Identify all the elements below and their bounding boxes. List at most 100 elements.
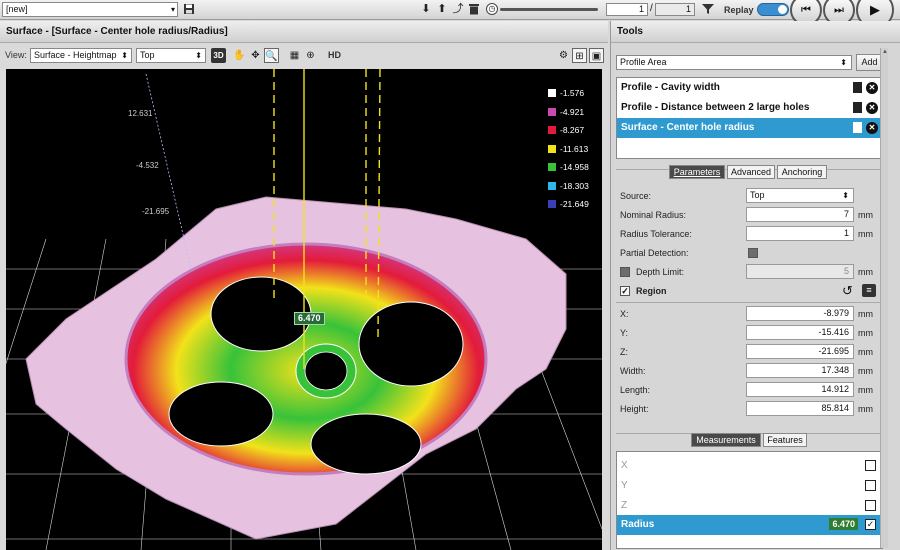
close-icon[interactable]: ✕ bbox=[866, 102, 878, 114]
region-y-input[interactable]: -15.416 bbox=[746, 325, 854, 340]
chevron-down-icon: ⬍ bbox=[842, 191, 849, 200]
hand-pan-icon[interactable]: ✋ bbox=[232, 48, 247, 63]
legend-item: -21.649 bbox=[548, 198, 598, 217]
job-select[interactable]: [new] ▾ bbox=[2, 2, 178, 17]
save-icon[interactable] bbox=[183, 3, 195, 16]
measurement-label: Z bbox=[621, 500, 628, 511]
frame-current-input[interactable]: 1 bbox=[606, 3, 648, 16]
radius-tolerance-input[interactable]: 1 bbox=[746, 226, 854, 241]
fit-view-icon[interactable]: ⊞ bbox=[572, 48, 587, 63]
view-label: View: bbox=[5, 50, 27, 60]
heightmap-render bbox=[6, 69, 602, 550]
view-mode-select[interactable]: Surface - Heightmap ⬍ bbox=[30, 48, 132, 63]
region-y-row: Y: -15.416 mm bbox=[616, 324, 883, 343]
chevron-down-icon: ⬍ bbox=[840, 58, 847, 67]
measurement-row-z[interactable]: Z bbox=[617, 496, 882, 516]
view-toolbar: View: Surface - Heightmap ⬍ Top ⬍ 3D ✋ ✥… bbox=[0, 45, 608, 66]
layout-icon[interactable]: ▣ bbox=[589, 48, 604, 63]
nominal-radius-input[interactable]: 7 bbox=[746, 207, 854, 222]
3d-button[interactable]: 3D bbox=[211, 48, 226, 63]
measurement-value-badge: 6.470 bbox=[829, 518, 858, 530]
legend-item: -18.303 bbox=[548, 180, 598, 199]
source-value: Top bbox=[750, 190, 765, 200]
top-toolbar: [new] ▾ ⬇ ⬆ ⤴ ◷ 1 / 1 Replay ⏮ ⏭ ▶ bbox=[0, 0, 900, 29]
slider-track bbox=[500, 8, 598, 11]
tool-type-value: Profile Area bbox=[620, 57, 667, 67]
region-y-label: Y: bbox=[620, 328, 629, 338]
measurement-row-x[interactable]: X bbox=[617, 456, 882, 476]
document-icon[interactable] bbox=[853, 102, 862, 113]
frame-slider[interactable]: ◷ bbox=[486, 3, 600, 16]
hd-button[interactable]: HD bbox=[328, 50, 341, 60]
tools-title: Tools bbox=[611, 21, 900, 43]
export-icon[interactable]: ⤴ bbox=[452, 3, 464, 16]
source-select[interactable]: Top ⬍ bbox=[746, 188, 854, 203]
tool-item-center-hole-radius[interactable]: Surface - Center hole radius ✕ bbox=[617, 118, 882, 138]
depth-limit-checkbox[interactable] bbox=[620, 267, 630, 277]
tool-item-distance-holes[interactable]: Profile - Distance between 2 large holes… bbox=[617, 98, 882, 118]
document-icon[interactable] bbox=[853, 82, 862, 93]
region-width-input[interactable]: 17.348 bbox=[746, 363, 854, 378]
divider bbox=[616, 302, 883, 303]
nominal-radius-row: Nominal Radius: 7 mm bbox=[616, 206, 883, 225]
tool-type-select[interactable]: Profile Area ⬍ bbox=[616, 55, 852, 70]
tab-measurements[interactable]: Measurements bbox=[691, 433, 761, 447]
replay-toggle[interactable] bbox=[757, 3, 789, 16]
close-icon[interactable]: ✕ bbox=[866, 82, 878, 94]
legend-swatch bbox=[548, 89, 556, 97]
3d-viewport[interactable]: 12.631 -4.532 -21.695 6.470 -1.576 -4.92… bbox=[6, 69, 602, 550]
region-x-input[interactable]: -8.979 bbox=[746, 306, 854, 321]
zoom-icon[interactable]: 🔍 bbox=[264, 48, 279, 63]
view-source-select[interactable]: Top ⬍ bbox=[136, 48, 206, 63]
trash-icon[interactable] bbox=[468, 3, 480, 16]
tab-anchoring[interactable]: Anchoring bbox=[777, 165, 827, 179]
hole-bottom-right bbox=[310, 413, 422, 475]
filter-icon[interactable] bbox=[702, 3, 714, 16]
target-icon[interactable]: ⊕ bbox=[303, 48, 318, 63]
region-checkbox[interactable]: ✓ bbox=[620, 286, 630, 296]
measurement-checkbox[interactable] bbox=[865, 500, 876, 511]
close-icon[interactable]: ✕ bbox=[866, 122, 878, 134]
document-icon[interactable] bbox=[853, 122, 862, 133]
tools-scrollbar[interactable]: ▲ bbox=[880, 48, 888, 548]
measurement-row-radius[interactable]: Radius 6.470 ✓ bbox=[617, 515, 882, 535]
tab-features[interactable]: Features bbox=[763, 433, 807, 447]
grid-icon[interactable]: ▦ bbox=[287, 48, 302, 63]
region-height-input[interactable]: 85.814 bbox=[746, 401, 854, 416]
partial-detection-checkbox[interactable] bbox=[748, 248, 758, 258]
tool-item-label: Surface - Center hole radius bbox=[621, 122, 755, 133]
tool-item-label: Profile - Distance between 2 large holes bbox=[621, 102, 810, 113]
tab-advanced[interactable]: Advanced bbox=[727, 165, 775, 179]
measurement-label: Y bbox=[621, 480, 628, 491]
depth-limit-input[interactable]: 5 bbox=[746, 264, 854, 279]
region-length-input[interactable]: 14.912 bbox=[746, 382, 854, 397]
unit-label: mm bbox=[858, 404, 873, 414]
region-z-input[interactable]: -21.695 bbox=[746, 344, 854, 359]
list-icon[interactable]: ≡ bbox=[862, 284, 876, 297]
rotate-icon[interactable]: ✥ bbox=[248, 48, 263, 63]
measurement-checkbox[interactable]: ✓ bbox=[865, 519, 876, 530]
measurement-checkbox[interactable] bbox=[865, 460, 876, 471]
legend-label: -18.303 bbox=[560, 180, 589, 191]
partial-detection-label: Partial Detection: bbox=[620, 248, 689, 258]
settings-icon[interactable]: ⚙ bbox=[556, 48, 571, 63]
slider-knob[interactable]: ◷ bbox=[486, 3, 498, 15]
config-tabs: Parameters Advanced Anchoring bbox=[669, 165, 829, 179]
chevron-down-icon: ⬍ bbox=[121, 51, 128, 60]
color-legend: -1.576 -4.921 -8.267 -11.613 -14.958 -18… bbox=[548, 87, 598, 217]
tab-parameters[interactable]: Parameters bbox=[669, 165, 725, 179]
replay-label: Replay bbox=[724, 5, 754, 15]
scroll-up-icon[interactable]: ▲ bbox=[881, 48, 889, 56]
legend-item: -1.576 bbox=[548, 87, 598, 106]
add-tool-button[interactable]: Add bbox=[856, 54, 883, 71]
upload-icon[interactable]: ⬆ bbox=[436, 3, 448, 16]
unit-label: mm bbox=[858, 229, 873, 239]
tool-item-cavity-width[interactable]: Profile - Cavity width ✕ bbox=[617, 78, 882, 98]
toggle-knob bbox=[778, 5, 787, 14]
reset-icon[interactable]: ↺ bbox=[842, 283, 853, 298]
measurement-row-y[interactable]: Y bbox=[617, 476, 882, 496]
legend-label: -11.613 bbox=[560, 143, 589, 154]
region-length-label: Length: bbox=[620, 385, 651, 395]
measurement-checkbox[interactable] bbox=[865, 480, 876, 491]
download-icon[interactable]: ⬇ bbox=[420, 3, 432, 16]
